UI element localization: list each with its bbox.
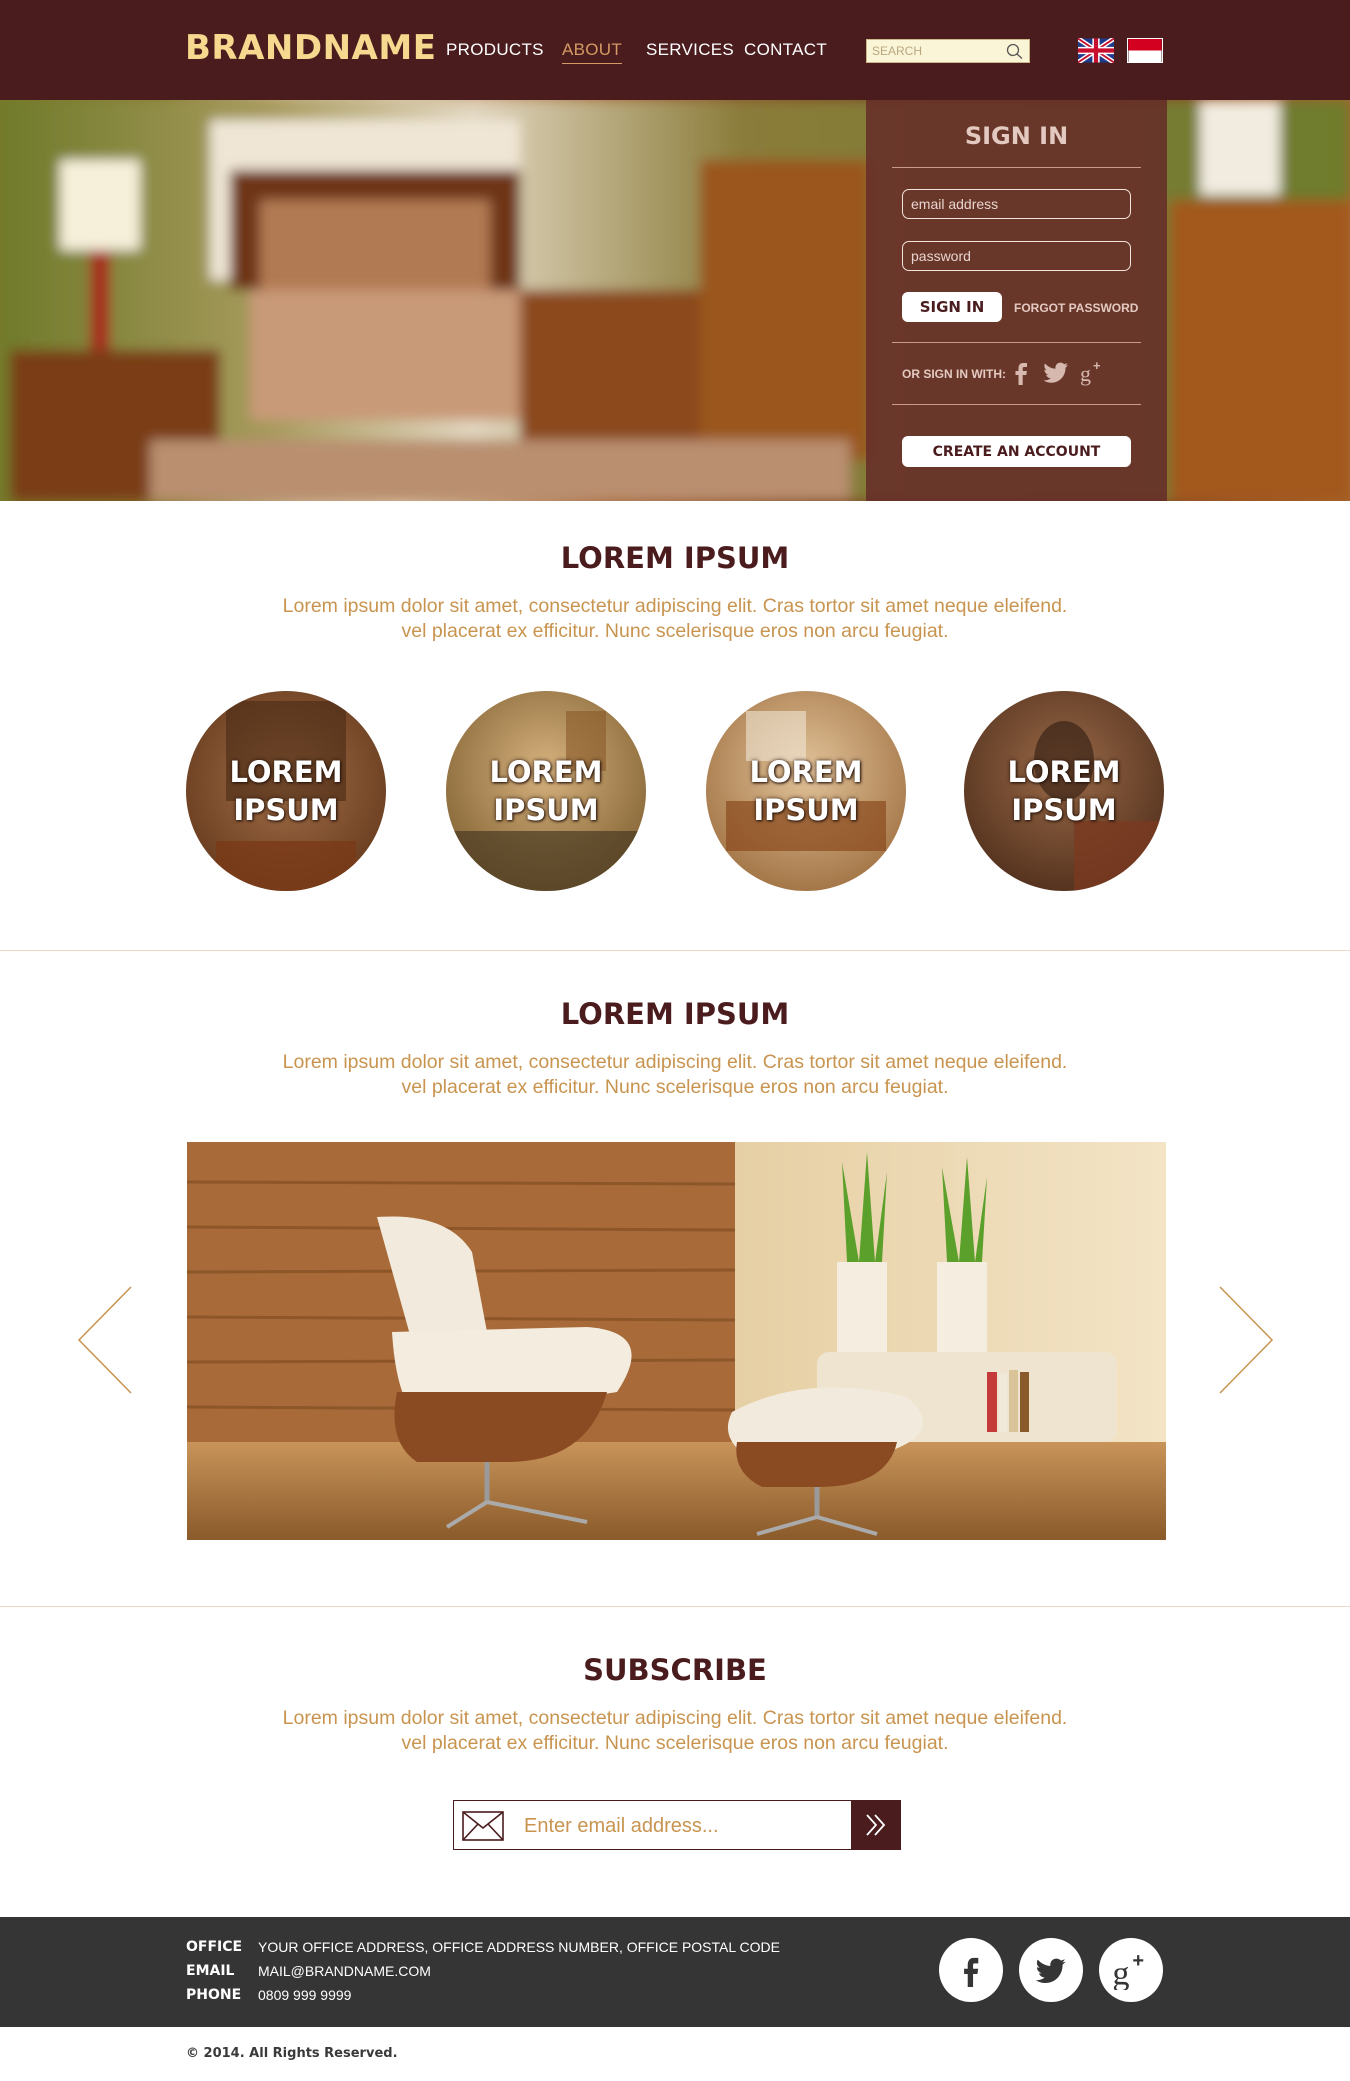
section-text-line2: vel placerat ex efficitur. Nunc sceleris… (401, 1732, 949, 1754)
circle-label-line1: LOREM (229, 755, 343, 789)
category-circle-2[interactable]: LOREM IPSUM (446, 691, 646, 891)
phone-label: PHONE (186, 1987, 242, 2003)
section-text-line2: vel placerat ex efficitur. Nunc sceleris… (401, 1076, 949, 1098)
search-icon[interactable] (1005, 42, 1025, 60)
section-text-line1: Lorem ipsum dolor sit amet, consectetur … (282, 1707, 1068, 1729)
email-field[interactable] (902, 189, 1131, 219)
svg-text:+: + (1093, 358, 1101, 373)
subscribe-email-input[interactable] (524, 1811, 824, 1841)
divider (892, 404, 1141, 405)
divider (892, 167, 1141, 168)
email-address-link[interactable]: MAIL@BRANDNAME.COM (258, 1963, 431, 1979)
google-plus-icon[interactable]: g + (1078, 358, 1106, 386)
password-field[interactable] (902, 241, 1131, 271)
twitter-button[interactable] (1019, 1938, 1083, 2002)
or-sign-in-label: OR SIGN IN WITH: (902, 367, 1006, 381)
double-chevron-right-icon (866, 1814, 886, 1836)
email-label: EMAIL (186, 1963, 235, 1979)
image-slider (187, 1142, 1166, 1540)
divider (892, 342, 1141, 343)
svg-text:g: g (1080, 361, 1091, 386)
section-text-line1: Lorem ipsum dolor sit amet, consectetur … (282, 1051, 1068, 1073)
google-plus-button[interactable]: g + (1099, 1938, 1163, 2002)
category-circle-1[interactable]: LOREM IPSUM (186, 691, 386, 891)
circle-label-line1: LOREM (749, 755, 863, 789)
nav-products[interactable]: PRODUCTS (446, 40, 544, 60)
header: BRANDNAME PRODUCTS ABOUT SERVICES CONTAC… (0, 0, 1350, 100)
circle-label-line1: LOREM (1007, 755, 1121, 789)
subscribe-title: SUBSCRIBE (583, 1653, 767, 1687)
signin-panel: SIGN IN SIGN IN FORGOT PASSWORD OR SIGN … (866, 100, 1167, 501)
twitter-icon[interactable] (1042, 358, 1070, 386)
office-label: OFFICE (186, 1939, 243, 1955)
search-box (866, 39, 1030, 63)
nav-contact[interactable]: CONTACT (744, 40, 827, 60)
circle-label-line2: IPSUM (493, 793, 599, 827)
phone-number: 0809 999 9999 (258, 1987, 352, 2003)
section-text-line2: vel placerat ex efficitur. Nunc sceleris… (401, 620, 949, 642)
search-input[interactable] (867, 40, 999, 62)
slider-next-arrow-icon[interactable] (1218, 1285, 1274, 1395)
lounge-chair-photo (187, 1142, 1166, 1540)
facebook-icon[interactable] (1007, 358, 1035, 386)
category-circle-3[interactable]: LOREM IPSUM (706, 691, 906, 891)
facebook-icon (964, 1957, 979, 1987)
nav-services[interactable]: SERVICES (646, 40, 734, 60)
section-title: LOREM IPSUM (560, 541, 790, 575)
section-divider (0, 950, 1350, 951)
footer: OFFICE YOUR OFFICE ADDRESS, OFFICE ADDRE… (0, 1917, 1350, 2027)
section-text-line1: Lorem ipsum dolor sit amet, consectetur … (282, 595, 1068, 617)
svg-text:g: g (1112, 1954, 1129, 1990)
slider-prev-arrow-icon[interactable] (77, 1285, 133, 1395)
brand-logo[interactable]: BRANDNAME (185, 28, 436, 68)
signin-title: SIGN IN (964, 122, 1069, 150)
category-circle-4[interactable]: LOREM IPSUM (964, 691, 1164, 891)
circle-label-line2: IPSUM (753, 793, 859, 827)
section-divider (0, 1606, 1350, 1607)
circle-label-line2: IPSUM (233, 793, 339, 827)
forgot-password-link[interactable]: FORGOT PASSWORD (1014, 301, 1138, 315)
subscribe-form (453, 1800, 901, 1850)
section-title: LOREM IPSUM (560, 997, 790, 1031)
signin-button[interactable]: SIGN IN (902, 292, 1002, 322)
envelope-icon (462, 1811, 504, 1841)
twitter-icon (1035, 1958, 1066, 1983)
indonesia-flag-icon[interactable] (1127, 38, 1163, 63)
office-address: YOUR OFFICE ADDRESS, OFFICE ADDRESS NUMB… (258, 1939, 780, 1955)
create-account-button[interactable]: CREATE AN ACCOUNT (902, 436, 1131, 467)
circle-label-line2: IPSUM (1011, 793, 1117, 827)
facebook-button[interactable] (939, 1938, 1003, 2002)
copyright: © 2014. All Rights Reserved. (186, 2046, 398, 2061)
google-plus-icon: g + (1112, 1950, 1144, 1990)
svg-text:+: + (1132, 1950, 1144, 1972)
nav-about[interactable]: ABOUT (562, 40, 623, 64)
circle-label-line1: LOREM (489, 755, 603, 789)
subscribe-button[interactable] (851, 1800, 901, 1850)
uk-flag-icon[interactable] (1078, 38, 1114, 63)
